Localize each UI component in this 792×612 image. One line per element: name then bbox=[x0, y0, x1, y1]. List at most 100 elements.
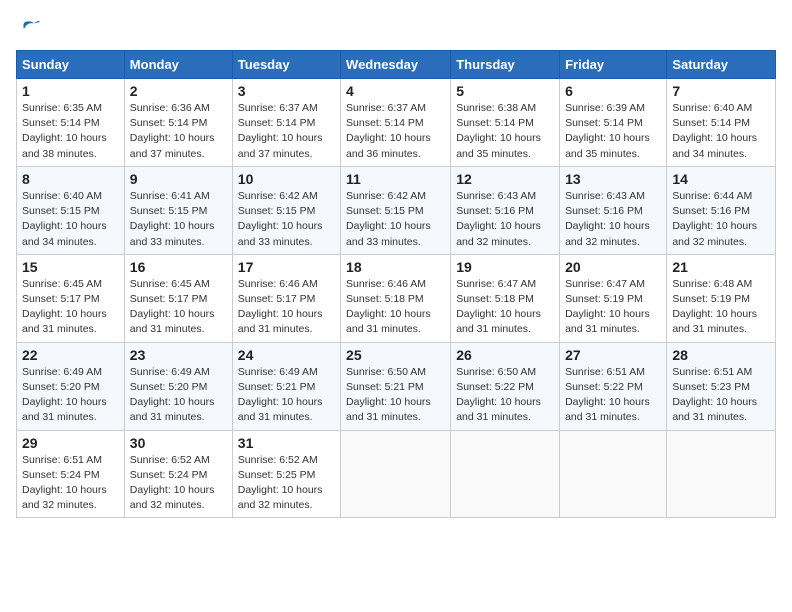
day-info: Sunrise: 6:49 AMSunset: 5:20 PMDaylight:… bbox=[130, 366, 215, 424]
day-number: 10 bbox=[238, 171, 335, 187]
weekday-header-tuesday: Tuesday bbox=[232, 51, 340, 79]
calendar-cell: 1 Sunrise: 6:35 AMSunset: 5:14 PMDayligh… bbox=[17, 79, 125, 167]
day-info: Sunrise: 6:50 AMSunset: 5:22 PMDaylight:… bbox=[456, 366, 541, 424]
day-number: 8 bbox=[22, 171, 119, 187]
day-number: 12 bbox=[456, 171, 554, 187]
calendar-cell: 25 Sunrise: 6:50 AMSunset: 5:21 PMDaylig… bbox=[341, 342, 451, 430]
calendar-cell: 29 Sunrise: 6:51 AMSunset: 5:24 PMDaylig… bbox=[17, 430, 125, 518]
day-number: 28 bbox=[672, 347, 770, 363]
day-number: 14 bbox=[672, 171, 770, 187]
day-info: Sunrise: 6:43 AMSunset: 5:16 PMDaylight:… bbox=[565, 190, 650, 248]
day-number: 25 bbox=[346, 347, 445, 363]
day-info: Sunrise: 6:49 AMSunset: 5:20 PMDaylight:… bbox=[22, 366, 107, 424]
day-info: Sunrise: 6:35 AMSunset: 5:14 PMDaylight:… bbox=[22, 102, 107, 160]
day-info: Sunrise: 6:39 AMSunset: 5:14 PMDaylight:… bbox=[565, 102, 650, 160]
day-number: 16 bbox=[130, 259, 227, 275]
day-number: 22 bbox=[22, 347, 119, 363]
calendar-cell: 18 Sunrise: 6:46 AMSunset: 5:18 PMDaylig… bbox=[341, 254, 451, 342]
weekday-header-monday: Monday bbox=[124, 51, 232, 79]
day-number: 7 bbox=[672, 83, 770, 99]
day-number: 17 bbox=[238, 259, 335, 275]
calendar-cell: 22 Sunrise: 6:49 AMSunset: 5:20 PMDaylig… bbox=[17, 342, 125, 430]
calendar-cell: 4 Sunrise: 6:37 AMSunset: 5:14 PMDayligh… bbox=[341, 79, 451, 167]
day-info: Sunrise: 6:41 AMSunset: 5:15 PMDaylight:… bbox=[130, 190, 215, 248]
logo bbox=[16, 16, 40, 38]
day-number: 26 bbox=[456, 347, 554, 363]
calendar-cell: 2 Sunrise: 6:36 AMSunset: 5:14 PMDayligh… bbox=[124, 79, 232, 167]
day-number: 15 bbox=[22, 259, 119, 275]
calendar-cell: 13 Sunrise: 6:43 AMSunset: 5:16 PMDaylig… bbox=[560, 166, 667, 254]
day-number: 23 bbox=[130, 347, 227, 363]
calendar-cell: 17 Sunrise: 6:46 AMSunset: 5:17 PMDaylig… bbox=[232, 254, 340, 342]
day-info: Sunrise: 6:49 AMSunset: 5:21 PMDaylight:… bbox=[238, 366, 323, 424]
day-info: Sunrise: 6:42 AMSunset: 5:15 PMDaylight:… bbox=[238, 190, 323, 248]
calendar-week-1: 1 Sunrise: 6:35 AMSunset: 5:14 PMDayligh… bbox=[17, 79, 776, 167]
day-info: Sunrise: 6:47 AMSunset: 5:19 PMDaylight:… bbox=[565, 278, 650, 336]
calendar-cell: 14 Sunrise: 6:44 AMSunset: 5:16 PMDaylig… bbox=[667, 166, 776, 254]
calendar-cell: 9 Sunrise: 6:41 AMSunset: 5:15 PMDayligh… bbox=[124, 166, 232, 254]
logo-bird-icon bbox=[18, 16, 40, 38]
calendar-cell: 21 Sunrise: 6:48 AMSunset: 5:19 PMDaylig… bbox=[667, 254, 776, 342]
weekday-header-sunday: Sunday bbox=[17, 51, 125, 79]
day-info: Sunrise: 6:36 AMSunset: 5:14 PMDaylight:… bbox=[130, 102, 215, 160]
day-info: Sunrise: 6:51 AMSunset: 5:22 PMDaylight:… bbox=[565, 366, 650, 424]
calendar-cell: 20 Sunrise: 6:47 AMSunset: 5:19 PMDaylig… bbox=[560, 254, 667, 342]
day-number: 2 bbox=[130, 83, 227, 99]
day-number: 24 bbox=[238, 347, 335, 363]
day-info: Sunrise: 6:45 AMSunset: 5:17 PMDaylight:… bbox=[130, 278, 215, 336]
weekday-header-thursday: Thursday bbox=[451, 51, 560, 79]
calendar-cell: 12 Sunrise: 6:43 AMSunset: 5:16 PMDaylig… bbox=[451, 166, 560, 254]
day-info: Sunrise: 6:51 AMSunset: 5:23 PMDaylight:… bbox=[672, 366, 757, 424]
calendar-week-4: 22 Sunrise: 6:49 AMSunset: 5:20 PMDaylig… bbox=[17, 342, 776, 430]
calendar-cell: 8 Sunrise: 6:40 AMSunset: 5:15 PMDayligh… bbox=[17, 166, 125, 254]
calendar-cell bbox=[560, 430, 667, 518]
day-number: 11 bbox=[346, 171, 445, 187]
day-info: Sunrise: 6:38 AMSunset: 5:14 PMDaylight:… bbox=[456, 102, 541, 160]
day-info: Sunrise: 6:52 AMSunset: 5:25 PMDaylight:… bbox=[238, 454, 323, 512]
calendar-cell: 26 Sunrise: 6:50 AMSunset: 5:22 PMDaylig… bbox=[451, 342, 560, 430]
calendar-cell: 15 Sunrise: 6:45 AMSunset: 5:17 PMDaylig… bbox=[17, 254, 125, 342]
day-info: Sunrise: 6:51 AMSunset: 5:24 PMDaylight:… bbox=[22, 454, 107, 512]
calendar-week-2: 8 Sunrise: 6:40 AMSunset: 5:15 PMDayligh… bbox=[17, 166, 776, 254]
day-info: Sunrise: 6:50 AMSunset: 5:21 PMDaylight:… bbox=[346, 366, 431, 424]
day-info: Sunrise: 6:40 AMSunset: 5:15 PMDaylight:… bbox=[22, 190, 107, 248]
day-number: 27 bbox=[565, 347, 661, 363]
calendar-cell: 7 Sunrise: 6:40 AMSunset: 5:14 PMDayligh… bbox=[667, 79, 776, 167]
calendar-cell: 16 Sunrise: 6:45 AMSunset: 5:17 PMDaylig… bbox=[124, 254, 232, 342]
day-info: Sunrise: 6:45 AMSunset: 5:17 PMDaylight:… bbox=[22, 278, 107, 336]
calendar-cell bbox=[667, 430, 776, 518]
weekday-header-wednesday: Wednesday bbox=[341, 51, 451, 79]
calendar-week-5: 29 Sunrise: 6:51 AMSunset: 5:24 PMDaylig… bbox=[17, 430, 776, 518]
calendar-week-3: 15 Sunrise: 6:45 AMSunset: 5:17 PMDaylig… bbox=[17, 254, 776, 342]
calendar-header: SundayMondayTuesdayWednesdayThursdayFrid… bbox=[17, 51, 776, 79]
calendar-cell: 27 Sunrise: 6:51 AMSunset: 5:22 PMDaylig… bbox=[560, 342, 667, 430]
day-number: 9 bbox=[130, 171, 227, 187]
day-number: 6 bbox=[565, 83, 661, 99]
day-number: 5 bbox=[456, 83, 554, 99]
day-number: 18 bbox=[346, 259, 445, 275]
page-header bbox=[16, 16, 776, 38]
day-info: Sunrise: 6:52 AMSunset: 5:24 PMDaylight:… bbox=[130, 454, 215, 512]
calendar-cell bbox=[451, 430, 560, 518]
calendar-cell: 24 Sunrise: 6:49 AMSunset: 5:21 PMDaylig… bbox=[232, 342, 340, 430]
calendar-cell: 30 Sunrise: 6:52 AMSunset: 5:24 PMDaylig… bbox=[124, 430, 232, 518]
day-info: Sunrise: 6:48 AMSunset: 5:19 PMDaylight:… bbox=[672, 278, 757, 336]
day-info: Sunrise: 6:42 AMSunset: 5:15 PMDaylight:… bbox=[346, 190, 431, 248]
day-number: 3 bbox=[238, 83, 335, 99]
calendar-cell: 10 Sunrise: 6:42 AMSunset: 5:15 PMDaylig… bbox=[232, 166, 340, 254]
calendar-cell: 31 Sunrise: 6:52 AMSunset: 5:25 PMDaylig… bbox=[232, 430, 340, 518]
day-number: 30 bbox=[130, 435, 227, 451]
day-info: Sunrise: 6:44 AMSunset: 5:16 PMDaylight:… bbox=[672, 190, 757, 248]
calendar-cell bbox=[341, 430, 451, 518]
weekday-header-saturday: Saturday bbox=[667, 51, 776, 79]
day-number: 13 bbox=[565, 171, 661, 187]
day-info: Sunrise: 6:46 AMSunset: 5:17 PMDaylight:… bbox=[238, 278, 323, 336]
day-info: Sunrise: 6:47 AMSunset: 5:18 PMDaylight:… bbox=[456, 278, 541, 336]
calendar-cell: 11 Sunrise: 6:42 AMSunset: 5:15 PMDaylig… bbox=[341, 166, 451, 254]
day-number: 29 bbox=[22, 435, 119, 451]
calendar-cell: 5 Sunrise: 6:38 AMSunset: 5:14 PMDayligh… bbox=[451, 79, 560, 167]
calendar-cell: 3 Sunrise: 6:37 AMSunset: 5:14 PMDayligh… bbox=[232, 79, 340, 167]
calendar-cell: 23 Sunrise: 6:49 AMSunset: 5:20 PMDaylig… bbox=[124, 342, 232, 430]
day-info: Sunrise: 6:43 AMSunset: 5:16 PMDaylight:… bbox=[456, 190, 541, 248]
day-number: 21 bbox=[672, 259, 770, 275]
